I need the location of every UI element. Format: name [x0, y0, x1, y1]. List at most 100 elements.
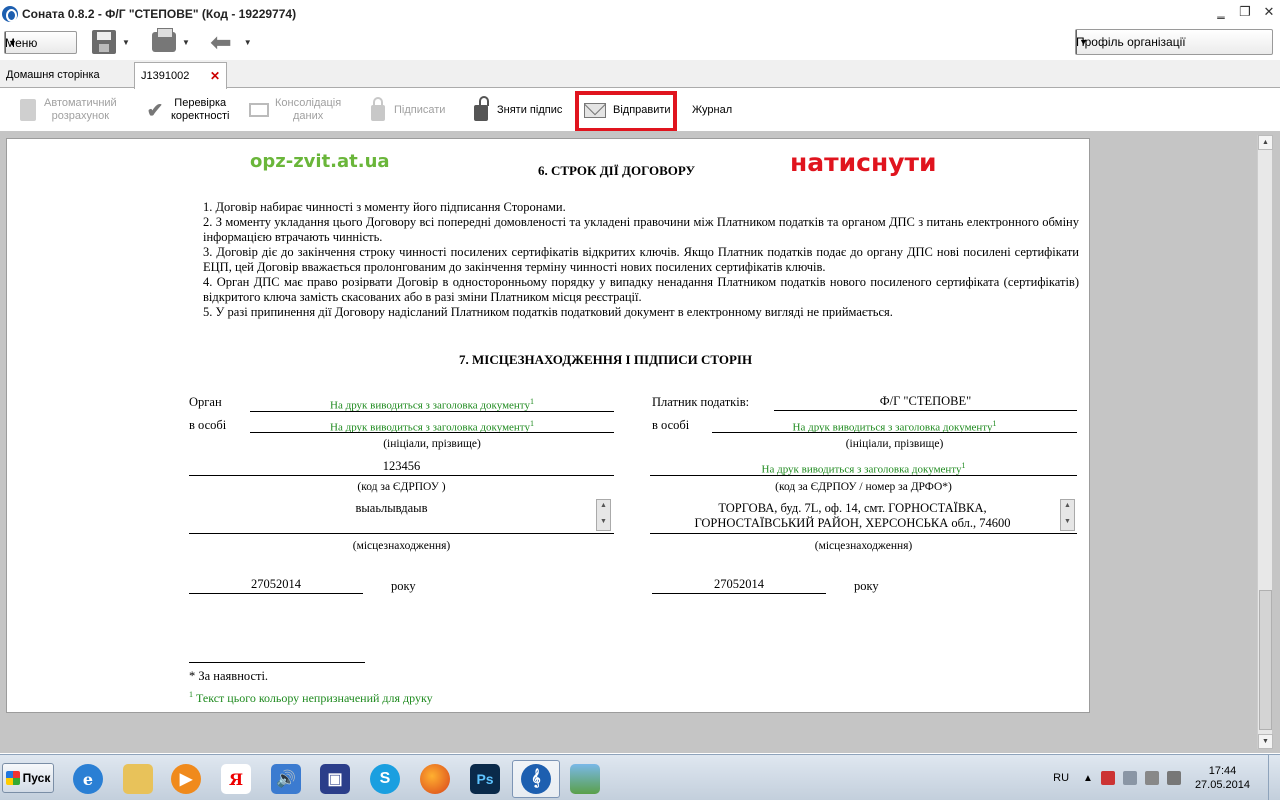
payer-field[interactable]: Ф/Г "СТЕПОВЕ" — [774, 394, 1077, 409]
document-viewport[interactable]: opz-zvit.at.ua натиснути 6. СТРОК ДІЇ ДО… — [0, 131, 1280, 753]
minimize-icon[interactable]: ‗ — [1214, 4, 1228, 20]
sign-button[interactable]: Підписати — [368, 89, 445, 131]
left-date-underline — [189, 593, 363, 594]
taskbar-yandex[interactable]: Я — [212, 760, 260, 798]
scroll-down-icon[interactable]: ▼ — [1258, 734, 1273, 749]
left-location-scrollbar[interactable] — [596, 499, 611, 531]
section6-paragraph: 5. У разі припинення дії Договору надісл… — [203, 305, 893, 319]
right-person-label: в особі — [652, 418, 690, 432]
left-edrpou-field[interactable]: 123456 — [189, 459, 614, 474]
section6-paragraph: 3. Договір діє до закінчення строку чинн… — [203, 245, 1079, 274]
right-location-line2: ГОРНОСТАЇВСЬКИЙ РАЙОН, ХЕРСОНСЬКА обл., … — [694, 516, 1011, 530]
restore-icon[interactable]: ❐ — [1238, 4, 1252, 20]
document-toolbar: Автоматичний розрахунок ✔ Перевірка коре… — [0, 89, 1280, 157]
consolidate-icon — [249, 99, 269, 121]
tray-expand-icon[interactable]: ▲ — [1083, 773, 1093, 784]
taskbar-media-player[interactable]: ▶ — [162, 760, 210, 798]
taskbar-save-app[interactable]: ▣ — [311, 760, 359, 798]
vertical-scrollbar[interactable]: ▲ ▼ — [1257, 135, 1273, 749]
chevron-down-icon[interactable]: ▼ — [244, 38, 252, 47]
left-location-field[interactable]: выаьлывдаыв — [189, 501, 594, 516]
chevron-down-icon[interactable]: ▼ — [182, 38, 190, 47]
scroll-thumb[interactable] — [1259, 590, 1272, 730]
lock-icon — [368, 97, 388, 121]
footnote-divider — [189, 662, 365, 663]
organization-profile-button[interactable]: Профіль організації ▼ — [1075, 29, 1273, 55]
show-desktop-button[interactable] — [1268, 755, 1280, 800]
organ-field[interactable]: На друк виводиться з заголовка документу… — [250, 397, 614, 412]
taskbar-skype[interactable]: S — [361, 760, 409, 798]
auto-calc-button[interactable]: Автоматичний розрахунок — [18, 89, 117, 131]
taskbar-photoshop[interactable]: Ps — [461, 760, 509, 798]
device-icon[interactable] — [1122, 771, 1137, 785]
language-indicator[interactable]: RU — [1053, 772, 1069, 784]
left-location-caption: (місцезнаходження) — [352, 540, 451, 552]
tab-home[interactable]: Домашня сторінка — [0, 62, 133, 88]
taskbar-file-explorer[interactable] — [114, 760, 162, 798]
right-location-line1: ТОРГОВА, буд. 7L, оф. 14, смт. ГОРНОСТАЇ… — [718, 501, 987, 515]
left-person-label: в особі — [189, 418, 227, 432]
scroll-up-icon[interactable]: ▲ — [1258, 135, 1273, 150]
right-location-field[interactable]: ТОРГОВА, буд. 7L, оф. 14, смт. ГОРНОСТАЇ… — [650, 501, 1055, 531]
unlock-icon — [471, 96, 491, 121]
left-edrpou-underline — [189, 475, 614, 476]
tab-document-label: J1391002 — [141, 70, 190, 82]
volume-icon[interactable] — [1166, 771, 1181, 785]
verify-label-1: Перевірка — [174, 97, 227, 109]
section7-title: 7. МІСЦЕЗНАХОДЖЕННЯ І ПІДПИСИ СТОРІН — [459, 352, 753, 367]
close-icon[interactable]: ✕ — [1262, 4, 1276, 20]
auto-calc-label-2: розрахунок — [51, 110, 110, 122]
taskbar-image-viewer[interactable] — [561, 760, 609, 798]
send-highlight-box — [575, 91, 677, 132]
back-arrow-icon: ⬅ — [210, 27, 232, 57]
annotation-instruction: натиснути — [790, 148, 937, 177]
right-code-caption: (код за ЄДРПОУ / номер за ДРФО*) — [775, 481, 952, 493]
taskbar: Пуск e ▶ Я 🔊 ▣ S Ps 𝄞 RU ▲ 17:44 27.05.2… — [0, 754, 1280, 800]
section6-body: 1. Договір набирає чинності з моменту йо… — [187, 200, 1079, 320]
print-button[interactable]: ▼ — [152, 28, 190, 55]
consolidate-button[interactable]: Консолідація даних — [249, 89, 341, 131]
unsign-button[interactable]: Зняти підпис — [471, 89, 562, 131]
taskbar-internet-explorer[interactable]: e — [64, 760, 112, 798]
action-center-icon[interactable] — [1100, 771, 1115, 785]
right-initials-caption: (ініціали, прізвище) — [845, 438, 944, 450]
folder-icon — [123, 764, 153, 794]
start-button[interactable]: Пуск — [2, 763, 54, 793]
right-location-caption: (місцезнаходження) — [814, 540, 913, 552]
section6-title: 6. СТРОК ДІЇ ДОГОВОРУ — [538, 163, 696, 178]
save-button[interactable]: ▼ — [92, 29, 130, 55]
save-icon — [92, 30, 116, 54]
close-tab-icon[interactable]: ✕ — [210, 69, 220, 83]
verify-button[interactable]: ✔ Перевірка коректності — [145, 89, 230, 131]
clock[interactable]: 17:44 27.05.2014 — [1195, 764, 1250, 792]
title-bar: Соната 0.8.2 - Ф/Г "СТЕПОВЕ" (Код - 1922… — [0, 0, 1280, 28]
sonata-icon: 𝄞 — [521, 764, 551, 794]
menu-button[interactable]: Меню ▼ — [4, 31, 77, 54]
left-edrpou-caption: (код за ЄДРПОУ ) — [357, 481, 446, 493]
tab-document[interactable]: J1391002 ✕ — [134, 62, 227, 89]
right-location-scrollbar[interactable] — [1060, 499, 1075, 531]
clock-time: 17:44 — [1208, 765, 1237, 777]
right-year-label: року — [854, 579, 879, 593]
skype-icon: S — [370, 764, 400, 794]
right-code-field[interactable]: На друк виводиться з заголовка документу… — [650, 461, 1077, 476]
windows-flag-icon — [5, 771, 20, 785]
right-date-field[interactable]: 27052014 — [652, 577, 826, 592]
taskbar-sonata[interactable]: 𝄞 — [512, 760, 560, 798]
network-icon[interactable] — [1144, 771, 1159, 785]
back-button[interactable]: ⬅ ▼ — [210, 29, 252, 55]
chevron-down-icon[interactable]: ▼ — [122, 38, 130, 47]
left-initials-caption: (ініціали, прізвище) — [383, 438, 481, 450]
taskbar-volume-app[interactable]: 🔊 — [262, 760, 310, 798]
main-toolbar: Меню ▼ ▼ ▼ ⬅ ▼ Профіль організації ▼ — [0, 28, 1280, 60]
section6-paragraph: 1. Договір набирає чинності з моменту йо… — [203, 200, 566, 214]
organ-label: Орган — [189, 395, 222, 409]
auto-calc-label-1: Автоматичний — [44, 97, 117, 109]
section6-paragraph: 2. З моменту укладання цього Договору вс… — [203, 215, 1079, 244]
left-date-field[interactable]: 27052014 — [189, 577, 363, 592]
journal-button[interactable]: Журнал — [692, 89, 732, 131]
taskbar-firefox[interactable] — [411, 760, 459, 798]
firefox-icon — [420, 764, 450, 794]
watermark: opz-zvit.at.ua — [250, 151, 390, 172]
checkmark-icon: ✔ — [146, 99, 164, 122]
